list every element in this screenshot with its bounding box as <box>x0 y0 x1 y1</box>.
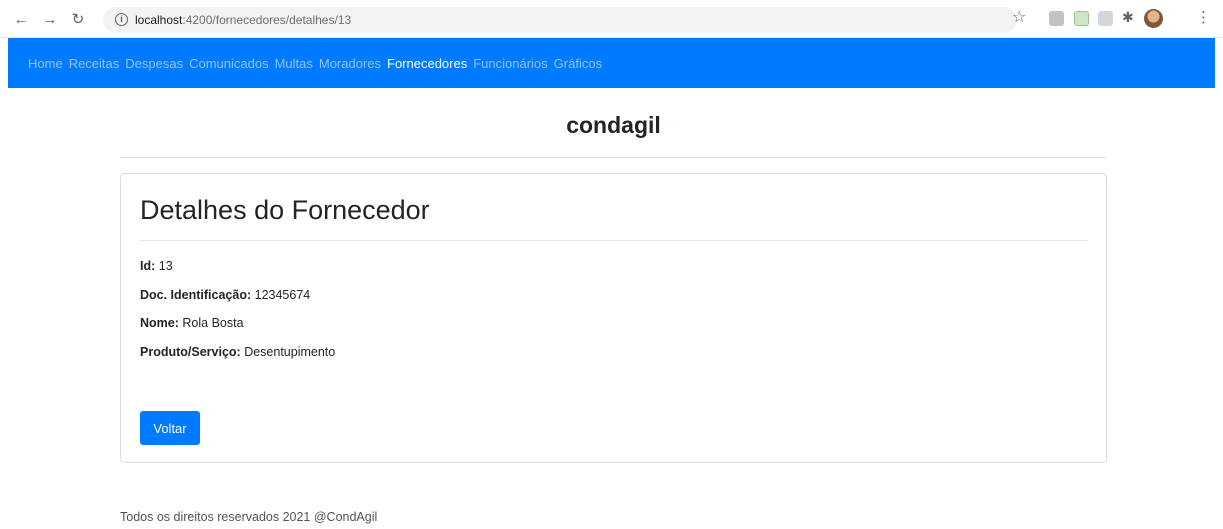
tab-strip <box>0 0 1223 4</box>
field-id-value: 13 <box>158 259 173 273</box>
field-doc-label: Doc. Identificação: <box>140 288 252 302</box>
brand-title: condagil <box>566 112 661 138</box>
url-path: :4200/fornecedores/detalhes/13 <box>182 13 352 27</box>
field-id-label: Id: <box>140 259 156 273</box>
title-divider <box>140 240 1088 241</box>
menu-icon[interactable]: ⋮ <box>1196 10 1211 26</box>
field-produto-label: Produto/Serviço: <box>140 345 241 359</box>
field-produto-value: Desentupimento <box>244 345 336 359</box>
info-icon[interactable]: i <box>115 13 128 26</box>
nav-item-multas[interactable]: Multas <box>275 56 313 71</box>
footer-text: Todos os direitos reservados 2021 @CondA… <box>120 510 378 524</box>
field-id: Id: 13 <box>140 259 173 273</box>
nav-item-comunicados[interactable]: Comunicados <box>189 56 269 71</box>
back-arrow-icon[interactable]: ← <box>12 11 30 29</box>
field-nome-value: Rola Bosta <box>182 316 244 330</box>
field-doc-identificacao: Doc. Identificação: 12345674 <box>140 288 310 302</box>
back-button[interactable]: Voltar <box>140 411 200 445</box>
page-title: Detalhes do Fornecedor <box>140 195 430 225</box>
extension-icon[interactable] <box>1074 11 1089 26</box>
extension-icon[interactable] <box>1098 11 1113 26</box>
nav-item-fornecedores[interactable]: Fornecedores <box>387 56 467 71</box>
header-divider <box>120 157 1107 158</box>
field-nome: Nome: Rola Bosta <box>140 316 244 330</box>
main-navbar: Home Receitas Despesas Comunicados Multa… <box>8 38 1215 88</box>
browser-toolbar: ← → ↻ i localhost:4200/fornecedores/deta… <box>0 0 1223 38</box>
nav-item-graficos[interactable]: Gráficos <box>554 56 602 71</box>
field-produto-servico: Produto/Serviço: Desentupimento <box>140 345 335 359</box>
nav-item-home[interactable]: Home <box>28 56 63 71</box>
address-bar[interactable]: i localhost:4200/fornecedores/detalhes/1… <box>103 7 1017 33</box>
url-text[interactable]: localhost:4200/fornecedores/detalhes/13 <box>135 13 351 27</box>
nav-item-funcionarios[interactable]: Funcionários <box>473 56 547 71</box>
star-icon[interactable]: ☆ <box>1012 9 1026 27</box>
forward-arrow-icon[interactable]: → <box>41 11 59 29</box>
url-host: localhost <box>135 13 183 27</box>
nav-item-moradores[interactable]: Moradores <box>319 56 381 71</box>
field-nome-label: Nome: <box>140 316 179 330</box>
field-doc-value: 12345674 <box>254 288 311 302</box>
nav-item-receitas[interactable]: Receitas <box>69 56 120 71</box>
details-card: Detalhes do Fornecedor Id: 13 Doc. Ident… <box>120 173 1107 463</box>
puzzle-icon[interactable]: ✱ <box>1122 9 1134 26</box>
extension-icon[interactable] <box>1049 11 1064 26</box>
reload-icon[interactable]: ↻ <box>69 11 87 29</box>
nav-item-despesas[interactable]: Despesas <box>125 56 183 71</box>
avatar[interactable] <box>1144 9 1163 28</box>
